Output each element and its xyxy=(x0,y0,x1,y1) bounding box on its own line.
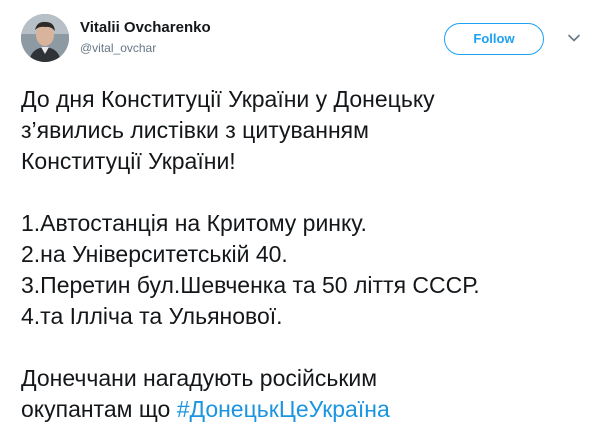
tweet-line: з’явились листівки з цитуванням xyxy=(21,117,369,143)
avatar-photo xyxy=(21,14,69,62)
follow-button[interactable]: Follow xyxy=(444,23,544,55)
tweet-line-prefix: окупантам що xyxy=(21,396,177,422)
list-item: 1.Автостанція на Критому ринку. xyxy=(21,210,367,236)
tweet-text: До дня Конституції України у Донецьку з’… xyxy=(21,84,596,425)
tweet: Vitalii Ovcharenko @vital_ovchar Follow … xyxy=(0,0,605,433)
author-block: Vitalii Ovcharenko @vital_ovchar xyxy=(80,18,211,57)
list-item: 4.та Ілліча та Ульянової. xyxy=(21,303,283,329)
chevron-down-icon[interactable] xyxy=(566,30,582,46)
hashtag-link[interactable]: #ДонецькЦеУкраїна xyxy=(177,396,390,422)
tweet-line: Конституції України! xyxy=(21,148,236,174)
tweet-line: До дня Конституції України у Донецьку xyxy=(21,86,435,112)
username-handle[interactable]: @vital_ovchar xyxy=(80,39,211,57)
tweet-line: Донеччани нагадують російським xyxy=(21,365,378,391)
avatar[interactable] xyxy=(21,14,69,62)
list-item: 3.Перетин бул.Шевченка та 50 ліття СССР. xyxy=(21,272,480,298)
list-item: 2.на Університетській 40. xyxy=(21,241,288,267)
display-name[interactable]: Vitalii Ovcharenko xyxy=(80,18,211,38)
tweet-line-last: окупантам що #ДонецькЦеУкраїна xyxy=(21,394,596,425)
